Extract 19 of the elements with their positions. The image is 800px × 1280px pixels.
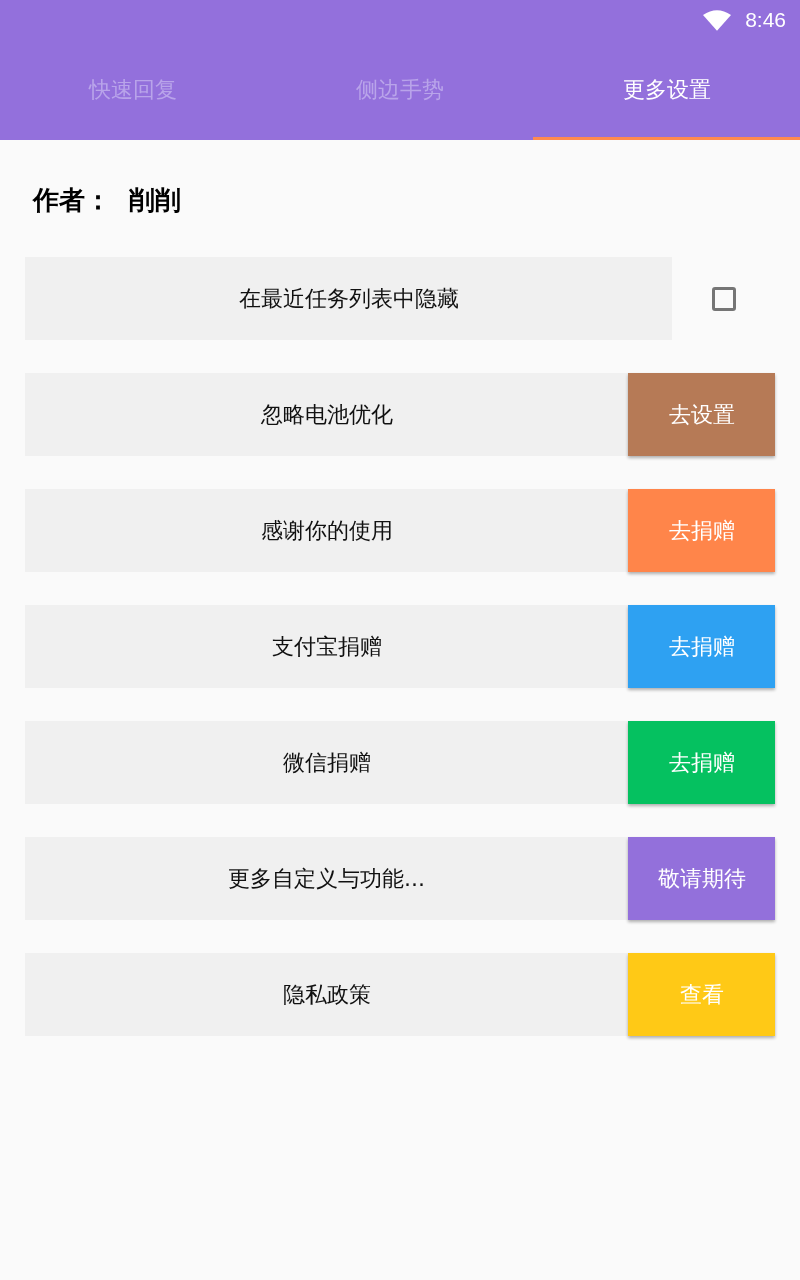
wifi-icon [703,9,732,31]
author-label: 作者： [33,183,111,217]
checkbox[interactable] [711,286,736,311]
action-button[interactable]: 敬请期待 [628,837,775,920]
setting-label: 隐私政策 [25,953,628,1036]
setting-label: 更多自定义与功能... [25,837,628,920]
action-button[interactable]: 去捐赠 [628,721,775,804]
setting-label: 感谢你的使用 [25,489,628,572]
action-button[interactable]: 去捐赠 [628,489,775,572]
tab[interactable]: 更多设置 [533,40,800,140]
setting-label: 在最近任务列表中隐藏 [25,257,672,340]
setting-label: 支付宝捐赠 [25,605,628,688]
setting-label: 忽略电池优化 [25,373,628,456]
author-name: 削削 [129,183,181,217]
action-button[interactable]: 去捐赠 [628,605,775,688]
status-time: 8:46 [745,8,786,32]
action-button[interactable]: 查看 [628,953,775,1036]
action-button[interactable]: 去设置 [628,373,775,456]
setting-label: 微信捐赠 [25,721,628,804]
